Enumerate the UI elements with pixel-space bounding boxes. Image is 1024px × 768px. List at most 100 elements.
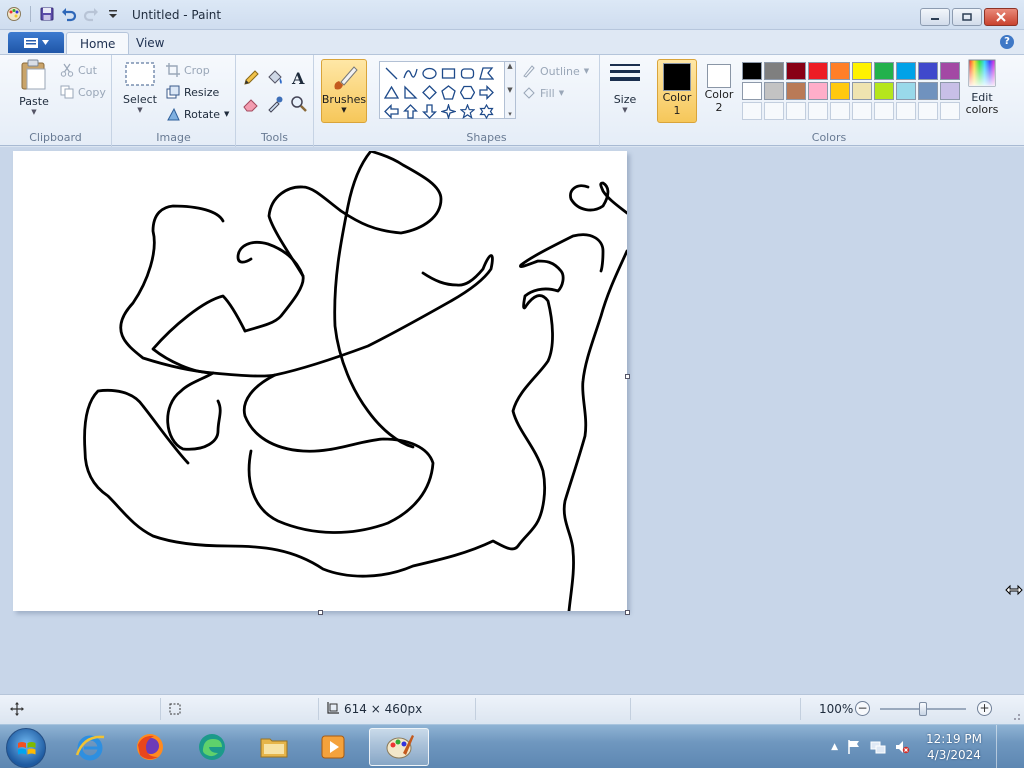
action-center-flag-icon[interactable] [846, 739, 862, 755]
zoom-out-button[interactable]: − [855, 701, 870, 716]
taskbar-firefox[interactable] [122, 728, 178, 766]
left-arrow-shape[interactable] [382, 102, 401, 121]
resize-grip-icon[interactable] [1009, 709, 1021, 721]
customize-qat-chevron-icon[interactable] [105, 6, 121, 22]
drawing-canvas[interactable] [13, 151, 627, 611]
diamond-shape[interactable] [420, 83, 439, 102]
hexagon-shape[interactable] [458, 83, 477, 102]
select-button[interactable]: Select ▼ [118, 59, 162, 121]
fill-tool[interactable] [264, 67, 286, 89]
palette-swatch-empty[interactable] [852, 102, 872, 120]
palette-swatch[interactable] [940, 62, 960, 80]
palette-swatch-empty[interactable] [918, 102, 938, 120]
undo-icon[interactable] [61, 6, 77, 22]
taskbar-file-explorer[interactable] [246, 728, 302, 766]
volume-muted-icon[interactable] [894, 739, 910, 755]
tab-view[interactable]: View [123, 32, 177, 54]
palette-swatch[interactable] [874, 62, 894, 80]
four-point-star-shape[interactable] [439, 102, 458, 121]
paint-app-icon[interactable] [6, 6, 22, 22]
line-shape[interactable] [382, 64, 401, 83]
text-tool[interactable]: A [288, 67, 310, 89]
save-icon[interactable] [39, 6, 55, 22]
six-point-star-shape[interactable] [477, 102, 496, 121]
palette-swatch[interactable] [786, 82, 806, 100]
color-picker-tool[interactable] [264, 93, 286, 115]
network-icon[interactable] [870, 739, 886, 755]
restore-button[interactable] [952, 8, 982, 26]
paint-menu-button[interactable] [8, 32, 64, 53]
taskbar-edge[interactable] [184, 728, 240, 766]
shapes-scrollbar[interactable]: ▲ ▼ ▾ [504, 61, 516, 119]
fill-button[interactable]: Fill ▼ [522, 84, 564, 102]
canvas-resize-handle-corner[interactable] [625, 610, 630, 615]
five-point-star-shape[interactable] [458, 102, 477, 121]
down-arrow-shape[interactable] [420, 102, 439, 121]
curve-shape[interactable] [401, 64, 420, 83]
palette-swatch-empty[interactable] [874, 102, 894, 120]
edit-colors-button[interactable]: Edit colors [960, 59, 1004, 121]
palette-swatch[interactable] [852, 62, 872, 80]
redo-icon[interactable] [83, 6, 99, 22]
zoom-in-button[interactable]: + [977, 701, 992, 716]
copy-button[interactable]: Copy [60, 83, 106, 101]
palette-swatch[interactable] [896, 62, 916, 80]
expand-gallery-icon[interactable]: ▾ [508, 110, 512, 118]
size-button[interactable]: Size ▼ [603, 59, 647, 121]
cut-button[interactable]: Cut [60, 61, 97, 79]
palette-swatch[interactable] [808, 62, 828, 80]
right-triangle-shape[interactable] [401, 83, 420, 102]
color1-button[interactable]: Color 1 [657, 59, 697, 123]
start-button[interactable] [6, 728, 46, 768]
palette-swatch-empty[interactable] [896, 102, 916, 120]
palette-swatch[interactable] [940, 82, 960, 100]
pentagon-shape[interactable] [439, 83, 458, 102]
show-hidden-icons-icon[interactable]: ▲ [831, 742, 838, 752]
zoom-slider-thumb[interactable] [919, 702, 927, 716]
palette-swatch[interactable] [918, 62, 938, 80]
canvas-resize-handle-right[interactable] [625, 374, 630, 379]
palette-swatch[interactable] [830, 82, 850, 100]
help-icon[interactable]: ? [1000, 35, 1014, 49]
taskbar-internet-explorer[interactable] [62, 728, 118, 766]
rounded-rectangle-shape[interactable] [458, 64, 477, 83]
palette-swatch[interactable] [786, 62, 806, 80]
palette-swatch[interactable] [742, 82, 762, 100]
palette-swatch[interactable] [742, 62, 762, 80]
pencil-tool[interactable] [240, 67, 262, 89]
scroll-up-icon[interactable]: ▲ [507, 62, 512, 70]
rotate-button[interactable]: Rotate ▼ [166, 105, 229, 123]
palette-swatch[interactable] [918, 82, 938, 100]
polygon-shape[interactable] [477, 64, 496, 83]
close-button[interactable] [984, 8, 1018, 26]
rectangle-shape[interactable] [439, 64, 458, 83]
palette-swatch[interactable] [874, 82, 894, 100]
palette-swatch-empty[interactable] [742, 102, 762, 120]
palette-swatch-empty[interactable] [808, 102, 828, 120]
tab-home[interactable]: Home [66, 32, 130, 54]
palette-swatch-empty[interactable] [764, 102, 784, 120]
palette-swatch[interactable] [852, 82, 872, 100]
palette-swatch-empty[interactable] [830, 102, 850, 120]
triangle-shape[interactable] [382, 83, 401, 102]
palette-swatch[interactable] [830, 62, 850, 80]
resize-button[interactable]: Resize [166, 83, 219, 101]
taskbar-media-player[interactable] [306, 728, 362, 766]
oval-shape[interactable] [420, 64, 439, 83]
palette-swatch[interactable] [896, 82, 916, 100]
crop-button[interactable]: Crop [166, 61, 210, 79]
eraser-tool[interactable] [240, 93, 262, 115]
outline-button[interactable]: Outline ▼ [522, 62, 589, 80]
palette-swatch-empty[interactable] [940, 102, 960, 120]
taskbar-paint[interactable] [369, 728, 429, 766]
scroll-down-icon[interactable]: ▼ [507, 86, 512, 94]
right-arrow-shape[interactable] [477, 83, 496, 102]
minimize-button[interactable] [920, 8, 950, 26]
palette-swatch[interactable] [808, 82, 828, 100]
palette-swatch[interactable] [764, 62, 784, 80]
brushes-button[interactable]: Brushes ▼ [321, 59, 367, 123]
clock[interactable]: 12:19 PM 4/3/2024 [926, 731, 982, 763]
canvas-resize-handle-bottom[interactable] [318, 610, 323, 615]
palette-swatch-empty[interactable] [786, 102, 806, 120]
show-desktop-button[interactable] [996, 725, 1010, 768]
